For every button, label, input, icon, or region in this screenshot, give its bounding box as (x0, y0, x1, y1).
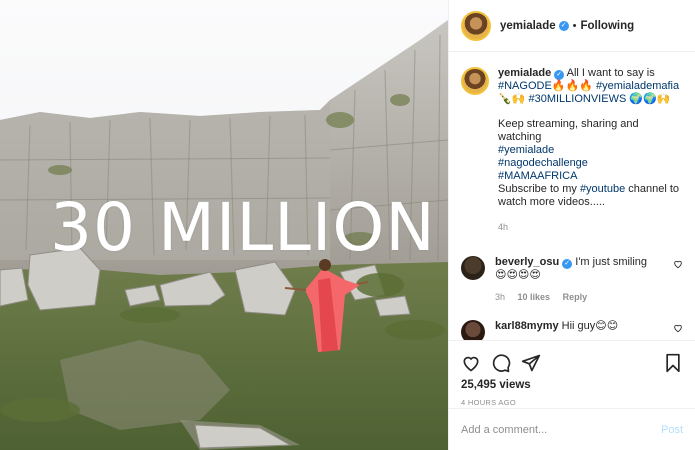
comment-avatar[interactable] (461, 256, 485, 280)
action-icons (461, 347, 683, 379)
comment-likes[interactable]: 10 likes (518, 292, 551, 302)
share-paper-plane-icon[interactable] (521, 353, 541, 373)
caption-avatar[interactable] (461, 67, 489, 95)
caption-line1: All I want to say is (566, 67, 655, 79)
caption-emoji-fire: 🔥🔥🔥 (551, 80, 593, 92)
comment-meta: 3h 10 likes Reply (495, 291, 665, 304)
comment-emoji: 😍😍😍😍 (495, 269, 541, 281)
comment-bubble-icon[interactable] (491, 353, 511, 373)
comment-username[interactable]: beverly_osu (495, 256, 559, 268)
following-button[interactable]: Following (580, 20, 634, 32)
reply-button[interactable]: Reply (563, 292, 588, 302)
save-bookmark-icon[interactable] (663, 353, 683, 373)
hashtag-yemialademafia[interactable]: #yemialademafia (596, 80, 679, 92)
like-heart-icon[interactable] (461, 353, 481, 373)
post-timestamp[interactable]: 4 HOURS AGO (461, 398, 683, 407)
caption-subscribe-a: Subscribe to my (498, 183, 577, 195)
hashtag-nagodechallenge[interactable]: #nagodechallenge (498, 157, 588, 169)
post-header: yemialade ✓ • Following (449, 0, 695, 52)
post-caption: yemialade ✓ All I want to say is #NAGODE🔥… (461, 67, 683, 234)
post-sidebar: yemialade ✓ • Following yemialade ✓ All I… (448, 0, 695, 450)
comment-input[interactable] (461, 423, 661, 436)
verified-badge-icon: ✓ (562, 259, 573, 269)
comments-list[interactable]: yemialade ✓ All I want to say is #NAGODE🔥… (449, 53, 695, 340)
video-overlay-text: 30 MILLION (50, 189, 436, 266)
post-comment-button[interactable]: Post (661, 424, 683, 436)
comment-time[interactable]: 3h (495, 292, 505, 302)
caption-emoji-celebrate: 🍾🙌 (498, 93, 526, 105)
like-comment-heart-icon[interactable] (673, 323, 683, 333)
caption-paragraph: Keep streaming, sharing and watching #ye… (498, 118, 683, 209)
comment-item: beverly_osu ✓ I'm just smiling 😍😍😍😍 3h 10… (461, 256, 683, 304)
header-username[interactable]: yemialade (500, 20, 556, 32)
comment-emoji: 😊😊 (595, 320, 619, 332)
verified-badge-icon: ✓ (554, 70, 565, 80)
verified-badge-icon: ✓ (558, 20, 569, 31)
post-media[interactable]: 30 MILLION (0, 0, 448, 450)
avatar[interactable] (461, 10, 491, 41)
caption-para-text: Keep streaming, sharing and watching (498, 118, 639, 143)
caption-timestamp[interactable]: 4h (498, 221, 683, 234)
post-actions: 25,495 views 4 HOURS AGO (449, 340, 695, 407)
comment-text: I'm just smiling (575, 256, 648, 268)
hashtag-30millionviews[interactable]: #30MILLIONVIEWS (528, 93, 626, 105)
caption-username[interactable]: yemialade (498, 67, 551, 79)
view-count[interactable]: 25,495 views (461, 379, 683, 391)
separator-dot: • (572, 19, 577, 32)
hashtag-youtube[interactable]: #youtube (580, 183, 625, 195)
comment-text: Hii guy (561, 320, 596, 332)
comment-avatar[interactable] (461, 320, 485, 340)
comment-username[interactable]: karl88mymy (495, 320, 559, 332)
add-comment-bar: Post (449, 408, 695, 450)
like-comment-heart-icon[interactable] (673, 259, 683, 269)
hashtag-yemialade[interactable]: #yemialade (498, 144, 554, 156)
comment-item: karl88mymy Hii guy😊😊 (461, 320, 683, 340)
hashtag-mamaafrica[interactable]: #MAMAAFRICA (498, 170, 577, 182)
hashtag-nagode[interactable]: #NAGODE (498, 80, 552, 92)
caption-emoji-globe: 🌍🌍🙌 (629, 93, 671, 105)
